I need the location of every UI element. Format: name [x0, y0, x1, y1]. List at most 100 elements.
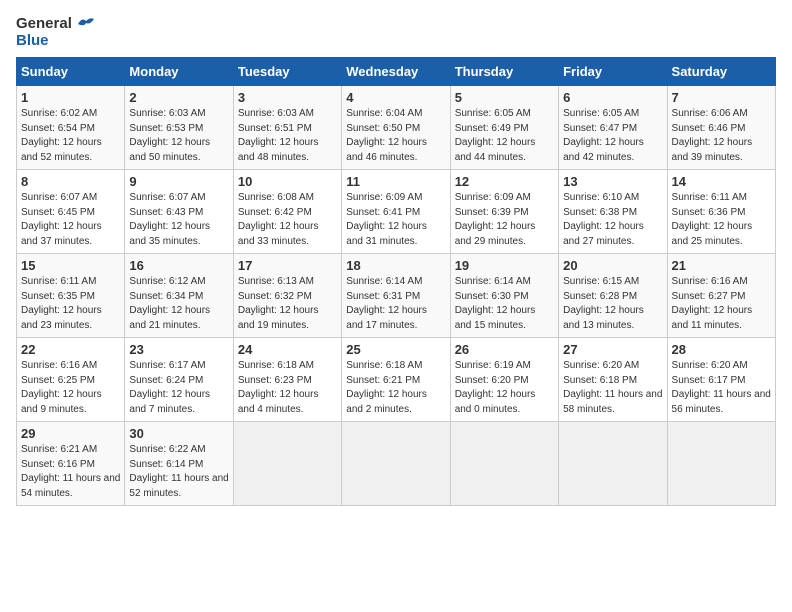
day-header-wednesday: Wednesday [342, 58, 450, 86]
day-number: 5 [455, 90, 554, 105]
day-number: 2 [129, 90, 228, 105]
calendar-cell [450, 422, 558, 506]
calendar-header-row: SundayMondayTuesdayWednesdayThursdayFrid… [17, 58, 776, 86]
calendar-cell: 23 Sunrise: 6:17 AMSunset: 6:24 PMDaylig… [125, 338, 233, 422]
calendar-table: SundayMondayTuesdayWednesdayThursdayFrid… [16, 57, 776, 506]
day-number: 28 [672, 342, 771, 357]
calendar-cell: 2 Sunrise: 6:03 AMSunset: 6:53 PMDayligh… [125, 86, 233, 170]
day-number: 22 [21, 342, 120, 357]
calendar-cell: 11 Sunrise: 6:09 AMSunset: 6:41 PMDaylig… [342, 170, 450, 254]
day-info: Sunrise: 6:18 AMSunset: 6:23 PMDaylight:… [238, 360, 319, 415]
header: General Blue [16, 16, 776, 49]
calendar-cell: 12 Sunrise: 6:09 AMSunset: 6:39 PMDaylig… [450, 170, 558, 254]
day-info: Sunrise: 6:05 AMSunset: 6:47 PMDaylight:… [563, 108, 644, 163]
calendar-cell: 10 Sunrise: 6:08 AMSunset: 6:42 PMDaylig… [233, 170, 341, 254]
day-number: 9 [129, 174, 228, 189]
day-info: Sunrise: 6:11 AMSunset: 6:35 PMDaylight:… [21, 276, 102, 331]
day-header-tuesday: Tuesday [233, 58, 341, 86]
day-header-monday: Monday [125, 58, 233, 86]
day-number: 15 [21, 258, 120, 273]
calendar-cell: 29 Sunrise: 6:21 AMSunset: 6:16 PMDaylig… [17, 422, 125, 506]
logo-bird-icon [76, 17, 94, 31]
calendar-body: 1 Sunrise: 6:02 AMSunset: 6:54 PMDayligh… [17, 86, 776, 506]
day-number: 20 [563, 258, 662, 273]
day-info: Sunrise: 6:19 AMSunset: 6:20 PMDaylight:… [455, 360, 536, 415]
day-info: Sunrise: 6:04 AMSunset: 6:50 PMDaylight:… [346, 108, 427, 163]
day-info: Sunrise: 6:07 AMSunset: 6:43 PMDaylight:… [129, 192, 210, 247]
day-info: Sunrise: 6:09 AMSunset: 6:41 PMDaylight:… [346, 192, 427, 247]
day-number: 11 [346, 174, 445, 189]
day-info: Sunrise: 6:18 AMSunset: 6:21 PMDaylight:… [346, 360, 427, 415]
day-info: Sunrise: 6:02 AMSunset: 6:54 PMDaylight:… [21, 108, 102, 163]
calendar-cell: 9 Sunrise: 6:07 AMSunset: 6:43 PMDayligh… [125, 170, 233, 254]
day-number: 23 [129, 342, 228, 357]
calendar-cell: 19 Sunrise: 6:14 AMSunset: 6:30 PMDaylig… [450, 254, 558, 338]
day-number: 3 [238, 90, 337, 105]
calendar-cell [559, 422, 667, 506]
calendar-cell: 26 Sunrise: 6:19 AMSunset: 6:20 PMDaylig… [450, 338, 558, 422]
calendar-cell: 5 Sunrise: 6:05 AMSunset: 6:49 PMDayligh… [450, 86, 558, 170]
day-number: 7 [672, 90, 771, 105]
calendar-cell: 27 Sunrise: 6:20 AMSunset: 6:18 PMDaylig… [559, 338, 667, 422]
calendar-cell: 17 Sunrise: 6:13 AMSunset: 6:32 PMDaylig… [233, 254, 341, 338]
day-info: Sunrise: 6:20 AMSunset: 6:18 PMDaylight:… [563, 360, 662, 415]
day-number: 21 [672, 258, 771, 273]
calendar-cell: 28 Sunrise: 6:20 AMSunset: 6:17 PMDaylig… [667, 338, 775, 422]
day-info: Sunrise: 6:07 AMSunset: 6:45 PMDaylight:… [21, 192, 102, 247]
calendar-cell: 18 Sunrise: 6:14 AMSunset: 6:31 PMDaylig… [342, 254, 450, 338]
calendar-cell: 16 Sunrise: 6:12 AMSunset: 6:34 PMDaylig… [125, 254, 233, 338]
calendar-cell: 3 Sunrise: 6:03 AMSunset: 6:51 PMDayligh… [233, 86, 341, 170]
calendar-cell: 13 Sunrise: 6:10 AMSunset: 6:38 PMDaylig… [559, 170, 667, 254]
day-number: 29 [21, 426, 120, 441]
calendar-cell: 30 Sunrise: 6:22 AMSunset: 6:14 PMDaylig… [125, 422, 233, 506]
day-info: Sunrise: 6:17 AMSunset: 6:24 PMDaylight:… [129, 360, 210, 415]
day-info: Sunrise: 6:06 AMSunset: 6:46 PMDaylight:… [672, 108, 753, 163]
day-info: Sunrise: 6:20 AMSunset: 6:17 PMDaylight:… [672, 360, 771, 415]
day-number: 13 [563, 174, 662, 189]
day-number: 16 [129, 258, 228, 273]
calendar-cell: 20 Sunrise: 6:15 AMSunset: 6:28 PMDaylig… [559, 254, 667, 338]
day-number: 1 [21, 90, 120, 105]
day-info: Sunrise: 6:03 AMSunset: 6:53 PMDaylight:… [129, 108, 210, 163]
day-number: 10 [238, 174, 337, 189]
day-number: 6 [563, 90, 662, 105]
day-number: 25 [346, 342, 445, 357]
day-info: Sunrise: 6:14 AMSunset: 6:31 PMDaylight:… [346, 276, 427, 331]
day-number: 24 [238, 342, 337, 357]
day-number: 17 [238, 258, 337, 273]
calendar-week-row: 15 Sunrise: 6:11 AMSunset: 6:35 PMDaylig… [17, 254, 776, 338]
calendar-cell: 22 Sunrise: 6:16 AMSunset: 6:25 PMDaylig… [17, 338, 125, 422]
day-info: Sunrise: 6:16 AMSunset: 6:27 PMDaylight:… [672, 276, 753, 331]
logo-blue: Blue [16, 33, 94, 50]
calendar-cell: 6 Sunrise: 6:05 AMSunset: 6:47 PMDayligh… [559, 86, 667, 170]
day-header-thursday: Thursday [450, 58, 558, 86]
calendar-cell [233, 422, 341, 506]
logo-general: General [16, 16, 94, 33]
day-number: 26 [455, 342, 554, 357]
calendar-week-row: 1 Sunrise: 6:02 AMSunset: 6:54 PMDayligh… [17, 86, 776, 170]
day-info: Sunrise: 6:15 AMSunset: 6:28 PMDaylight:… [563, 276, 644, 331]
day-number: 19 [455, 258, 554, 273]
day-number: 30 [129, 426, 228, 441]
calendar-cell: 24 Sunrise: 6:18 AMSunset: 6:23 PMDaylig… [233, 338, 341, 422]
logo: General Blue [16, 16, 94, 49]
day-number: 4 [346, 90, 445, 105]
calendar-cell [342, 422, 450, 506]
calendar-week-row: 29 Sunrise: 6:21 AMSunset: 6:16 PMDaylig… [17, 422, 776, 506]
day-number: 12 [455, 174, 554, 189]
day-info: Sunrise: 6:13 AMSunset: 6:32 PMDaylight:… [238, 276, 319, 331]
calendar-cell: 8 Sunrise: 6:07 AMSunset: 6:45 PMDayligh… [17, 170, 125, 254]
day-header-saturday: Saturday [667, 58, 775, 86]
day-header-friday: Friday [559, 58, 667, 86]
day-info: Sunrise: 6:10 AMSunset: 6:38 PMDaylight:… [563, 192, 644, 247]
calendar-cell: 25 Sunrise: 6:18 AMSunset: 6:21 PMDaylig… [342, 338, 450, 422]
calendar-cell: 14 Sunrise: 6:11 AMSunset: 6:36 PMDaylig… [667, 170, 775, 254]
day-info: Sunrise: 6:14 AMSunset: 6:30 PMDaylight:… [455, 276, 536, 331]
calendar-cell: 15 Sunrise: 6:11 AMSunset: 6:35 PMDaylig… [17, 254, 125, 338]
day-number: 14 [672, 174, 771, 189]
day-info: Sunrise: 6:22 AMSunset: 6:14 PMDaylight:… [129, 444, 228, 499]
day-number: 18 [346, 258, 445, 273]
calendar-cell [667, 422, 775, 506]
calendar-cell: 4 Sunrise: 6:04 AMSunset: 6:50 PMDayligh… [342, 86, 450, 170]
day-info: Sunrise: 6:16 AMSunset: 6:25 PMDaylight:… [21, 360, 102, 415]
